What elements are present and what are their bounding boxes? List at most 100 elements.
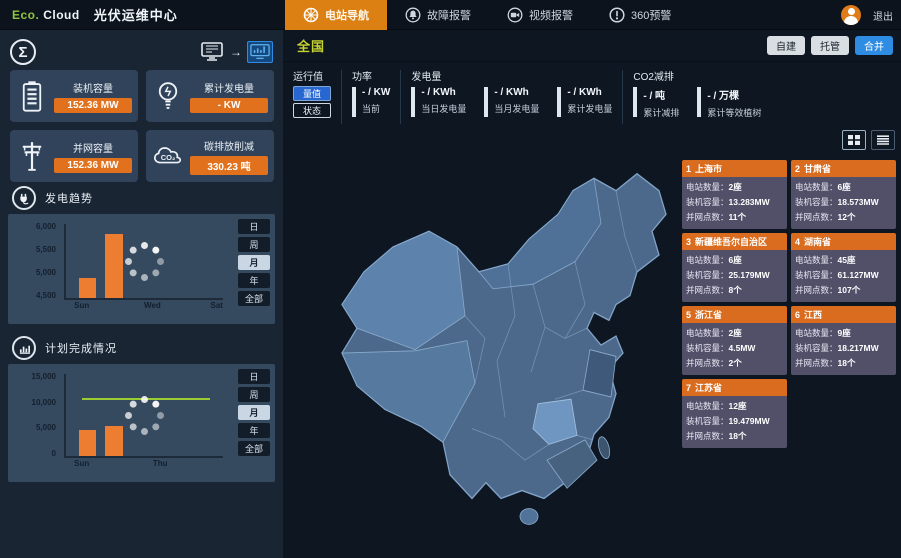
tab-video-alarm[interactable]: 视频报警 [489, 0, 591, 30]
ytick: 10,000 [32, 398, 56, 407]
grid-label: 并网点数 [686, 285, 720, 295]
province-card-jiangxi[interactable]: 6江西 电站数量：9座 装机容量：18.217MW 并网点数：18个 [791, 306, 896, 375]
province-card-jiangsu[interactable]: 7江苏省 电站数量：12座 装机容量：19.479MW 并网点数：18个 [682, 379, 787, 448]
xtick: Wed [144, 301, 161, 310]
merged-button[interactable]: 合并 [855, 36, 893, 55]
capacity-label: 装机容量 [795, 197, 829, 207]
monitor-chart-icon[interactable] [247, 41, 273, 63]
daily-generation: - / KWh 当日发电量 [411, 87, 466, 117]
user-avatar-icon[interactable] [841, 5, 861, 25]
stations-label: 电站数量 [686, 328, 720, 338]
province-card-xinjiang[interactable]: 3新疆维吾尔自治区 电站数量：6座 装机容量：25.179MW 并网点数：8个 [682, 233, 787, 302]
stations-label: 电站数量 [686, 255, 720, 265]
sidebar: Σ → 装机容量 152.36 MW [0, 30, 283, 558]
tab-360-warning[interactable]: 360预警 [591, 0, 689, 30]
tab-label: 视频报警 [529, 7, 573, 23]
grid-label: 并网点数 [686, 358, 720, 368]
province-rank: 1 [686, 164, 691, 174]
province-rank: 5 [686, 310, 691, 320]
hosted-button[interactable]: 托管 [811, 36, 849, 55]
mode-buttons: 自建 托管 合并 [767, 36, 893, 55]
ytick: 6,000 [36, 222, 56, 231]
stations-value: 45座 [838, 255, 856, 265]
range-buttons: 日 周 月 年 全部 [238, 369, 270, 456]
capacity-value: 18.573MW [838, 197, 879, 207]
range-all-button[interactable]: 全部 [238, 441, 270, 456]
province-name: 上海市 [695, 164, 722, 174]
tab-label: 电站导航 [325, 7, 369, 23]
gen-trend-title: 发电趋势 [45, 190, 93, 206]
chart-bar [105, 426, 122, 456]
metric-value: - / KWh [494, 87, 539, 98]
grid-value: 8个 [729, 285, 742, 295]
user-area: 退出 [841, 0, 893, 30]
video-camera-icon [507, 7, 523, 23]
province-name: 江西 [804, 310, 822, 320]
view-switch: → [199, 41, 273, 63]
status-mode-button[interactable]: 状态 [293, 103, 331, 118]
stations-value: 2座 [729, 328, 742, 338]
logo: Eco. Cloud [12, 8, 80, 22]
stations-label: 电站数量 [686, 182, 720, 192]
power-group: 功率 - / KW 当前 [352, 68, 390, 126]
capacity-value: 19.479MW [729, 416, 770, 426]
tab-label: 360预警 [631, 7, 671, 23]
china-map[interactable] [335, 158, 695, 530]
stat-grid-capacity: 并网容量 152.36 MW [10, 130, 138, 182]
range-month-button[interactable]: 月 [238, 405, 270, 420]
run-value-group: 运行值 量值 状态 [293, 68, 331, 126]
divider [341, 70, 342, 124]
co2-group: CO2减排 - / 吨 累计减排 - / 万棵 累计等效植树 [633, 68, 761, 126]
self-built-button[interactable]: 自建 [767, 36, 805, 55]
main-header: 全国 自建 托管 合并 [283, 30, 901, 62]
range-day-button[interactable]: 日 [238, 369, 270, 384]
grid-value: 12个 [838, 212, 856, 222]
ytick: 5,000 [36, 423, 56, 432]
stations-label: 电站数量 [795, 255, 829, 265]
xtick: Thu [153, 459, 168, 468]
y-axis-ticks: 6,000 5,500 5,000 4,500 [14, 222, 56, 300]
gen-trend-header: 发电趋势 [12, 186, 93, 210]
capacity-label: 装机容量 [686, 270, 720, 280]
tab-fault-alarm[interactable]: 故障报警 [387, 0, 489, 30]
grid-label: 并网点数 [686, 212, 720, 222]
grid-view-button[interactable] [842, 130, 866, 150]
range-year-button[interactable]: 年 [238, 423, 270, 438]
logo-cloud: Cloud [43, 8, 80, 22]
province-card-shanghai[interactable]: 1上海市 电站数量：2座 装机容量：13.283MW 并网点数：11个 [682, 160, 787, 229]
xtick: Sun [74, 459, 89, 468]
province-card-gansu[interactable]: 2甘肃省 电站数量：6座 装机容量：18.573MW 并网点数：12个 [791, 160, 896, 229]
range-day-button[interactable]: 日 [238, 219, 270, 234]
list-view-button[interactable] [871, 130, 895, 150]
stations-value: 9座 [838, 328, 851, 338]
alarm-bell-icon [405, 7, 421, 23]
logo-eco: Eco. [12, 8, 39, 22]
range-year-button[interactable]: 年 [238, 273, 270, 288]
range-week-button[interactable]: 周 [238, 237, 270, 252]
metric-label: 当月发电量 [494, 102, 539, 115]
stations-value: 6座 [729, 255, 742, 265]
grid-value: 18个 [729, 431, 747, 441]
province-rank: 3 [686, 237, 691, 247]
co2-tree-equivalent: - / 万棵 累计等效植树 [697, 87, 761, 119]
chart-bar [79, 278, 96, 298]
value-mode-button[interactable]: 量值 [293, 86, 331, 101]
view-toggles [842, 130, 895, 150]
range-all-button[interactable]: 全部 [238, 291, 270, 306]
province-card-hunan[interactable]: 4湖南省 电站数量：45座 装机容量：61.127MW 并网点数：107个 [791, 233, 896, 302]
main-tabs: 电站导航 故障报警 视频报警 360预警 [285, 0, 689, 30]
logout-button[interactable]: 退出 [873, 8, 893, 23]
sidebar-toolbar: Σ → [10, 38, 273, 66]
stat-total-generation: 累计发电量 - KW [146, 70, 274, 122]
metric-label: 累计发电量 [567, 102, 612, 115]
region-title: 全国 [297, 36, 325, 55]
station-nav-icon [303, 7, 319, 23]
range-week-button[interactable]: 周 [238, 387, 270, 402]
province-name: 湖南省 [804, 237, 831, 247]
province-card-zhejiang[interactable]: 5浙江省 电站数量：2座 装机容量：4.5MW 并网点数：2个 [682, 306, 787, 375]
monitor-icon[interactable] [199, 41, 225, 63]
metric-label: 累计等效植树 [707, 106, 761, 119]
range-month-button[interactable]: 月 [238, 255, 270, 270]
tab-station-nav[interactable]: 电站导航 [285, 0, 387, 30]
stat-co2-reduction: CO₂ 碳排放削减 330.23 吨 [146, 130, 274, 182]
